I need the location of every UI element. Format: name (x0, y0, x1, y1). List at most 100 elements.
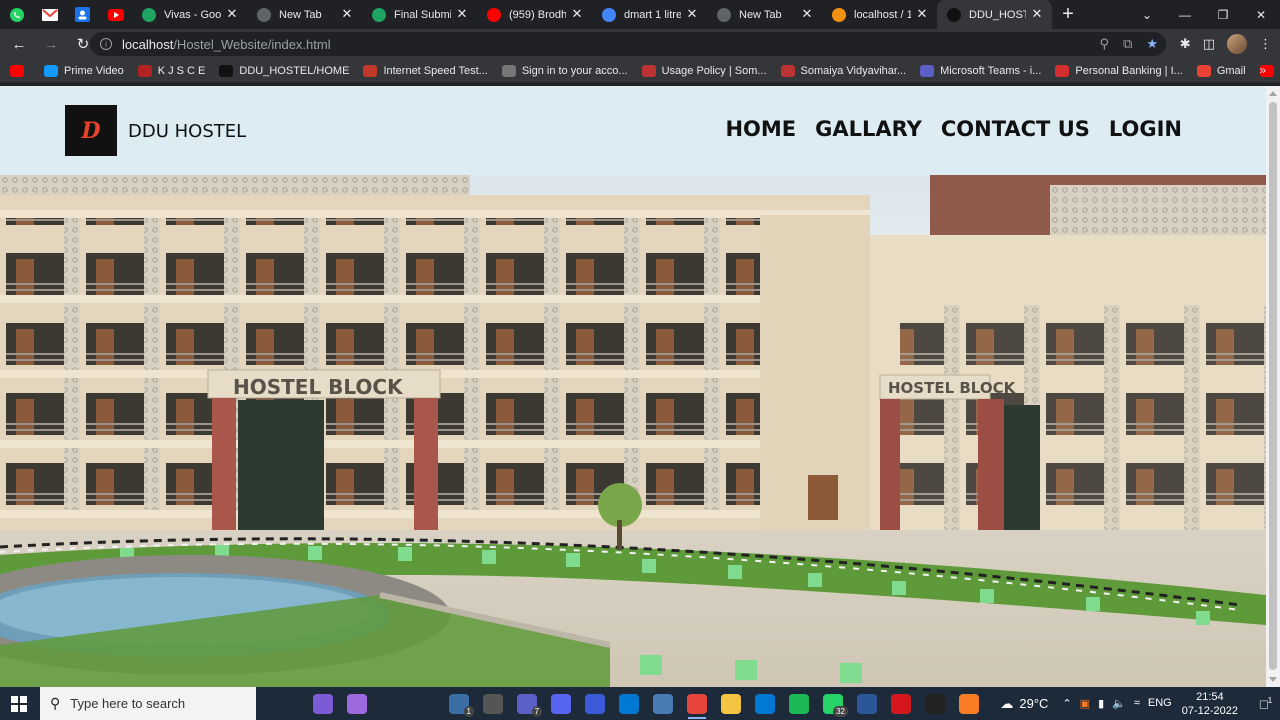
taskbar-search-box[interactable]: ⚲ Type here to search (40, 687, 256, 720)
chrome-icon (687, 693, 707, 714)
taskbar-app[interactable] (612, 687, 646, 720)
taskbar-app[interactable]: 7 (510, 687, 544, 720)
browser-tab[interactable]: localhost / 12 ✕ (822, 0, 937, 29)
search-icon: ⚲ (50, 695, 61, 711)
taskbar-app[interactable] (408, 687, 442, 720)
nav-gallary[interactable]: GALLARY (815, 117, 922, 141)
scroll-down-arrow-icon[interactable] (1269, 677, 1277, 682)
taskbar-app[interactable] (578, 687, 612, 720)
taskbar-app[interactable] (782, 687, 816, 720)
pinned-tab-youtube[interactable] (99, 0, 132, 29)
bookmark-item[interactable]: K J S C E (137, 64, 205, 77)
volume-icon[interactable]: 🔈 (1112, 697, 1126, 710)
close-tab-icon[interactable]: ✕ (340, 7, 354, 21)
bookmark-item[interactable] (10, 64, 30, 77)
weather-widget[interactable]: ☁ 29°C (1000, 696, 1048, 712)
bookmark-item[interactable]: Usage Policy | Som... (641, 64, 767, 77)
kjsce-icon (137, 64, 152, 77)
taskbar-app[interactable] (918, 687, 952, 720)
new-tab-button[interactable]: + (1052, 0, 1084, 29)
zoom-icon[interactable]: ⚲ (1100, 36, 1110, 52)
prime-video-icon (44, 64, 58, 77)
browser-tab[interactable]: (959) Brodha ✕ (477, 0, 592, 29)
side-panel-icon[interactable]: ◫ (1203, 36, 1215, 52)
taskbar-app[interactable] (306, 687, 340, 720)
back-button[interactable]: ← (6, 31, 32, 57)
nav-contact-us[interactable]: CONTACT US (941, 117, 1090, 141)
address-bar[interactable]: i localhost/Hostel_Website/index.html ⚲ … (90, 32, 1166, 56)
minimize-button[interactable]: — (1166, 0, 1204, 29)
taskbar-app[interactable] (646, 687, 680, 720)
extensions-icon[interactable]: ✱ (1180, 36, 1191, 52)
whatsapp-icon (9, 7, 24, 22)
site-logo[interactable]: D (65, 105, 117, 156)
close-tab-icon[interactable]: ✕ (455, 7, 469, 21)
language-indicator[interactable]: ENG (1148, 697, 1172, 710)
scroll-up-arrow-icon[interactable] (1269, 91, 1277, 96)
close-tab-icon[interactable]: ✕ (570, 7, 584, 21)
bookmark-item[interactable]: Microsoft Teams - i... (920, 64, 1041, 77)
wifi-icon[interactable]: ≈ (1134, 697, 1140, 710)
bookmark-item[interactable]: Somaiya Vidyavihar... (780, 64, 906, 77)
taskbar-app[interactable] (952, 687, 986, 720)
profile-avatar[interactable] (1227, 34, 1247, 54)
taskbar-app[interactable] (850, 687, 884, 720)
google-icon (602, 7, 616, 22)
taskbar-clock[interactable]: 21:54 07-12-2022 (1182, 690, 1238, 718)
nav-login[interactable]: LOGIN (1109, 117, 1182, 141)
bookmark-item[interactable]: Sign in to your acco... (501, 64, 628, 77)
app-badge: 1 (463, 706, 474, 717)
browser-tab[interactable]: DDU_HOSTEL ✕ (937, 0, 1052, 29)
pinned-tab-whatsapp[interactable] (0, 0, 33, 29)
close-tab-icon[interactable]: ✕ (685, 7, 699, 21)
scrollbar-thumb[interactable] (1269, 102, 1277, 670)
bookmark-item[interactable]: Gmail (1196, 64, 1246, 77)
close-tab-icon[interactable]: ✕ (225, 7, 239, 21)
share-icon[interactable]: ⧉ (1123, 36, 1132, 52)
google-drive-icon (372, 7, 386, 22)
hostel-sign-right: HOSTEL BLOCK (888, 379, 1017, 397)
maximize-button[interactable]: ❐ (1204, 0, 1242, 29)
site-info-icon[interactable]: i (100, 38, 112, 50)
weather-temp: 29°C (1019, 696, 1049, 711)
bookmark-item[interactable]: Prime Video (44, 64, 124, 77)
bookmarks-overflow-icon[interactable]: » (1259, 63, 1266, 77)
taskbar-app[interactable] (544, 687, 578, 720)
bookmark-item[interactable]: DDU_HOSTEL/HOME (219, 64, 349, 77)
bookmark-star-icon[interactable]: ★ (1146, 36, 1158, 52)
browser-tab[interactable]: New Tab ✕ (707, 0, 822, 29)
xampp-tray-icon[interactable]: ▣ (1080, 697, 1090, 710)
browser-tab[interactable]: Final Submiss ✕ (362, 0, 477, 29)
browser-tab[interactable]: dmart 1 litre ✕ (592, 0, 707, 29)
close-tab-icon[interactable]: ✕ (1030, 7, 1044, 21)
close-tab-icon[interactable]: ✕ (915, 7, 929, 21)
taskbar-app[interactable]: 32 (816, 687, 850, 720)
close-tab-icon[interactable]: ✕ (800, 7, 814, 21)
start-button[interactable] (0, 687, 38, 720)
taskbar-app[interactable]: 1 (442, 687, 476, 720)
taskbar-app[interactable] (476, 687, 510, 720)
taskbar-app[interactable] (340, 687, 374, 720)
taskbar-app[interactable] (748, 687, 782, 720)
battery-icon[interactable]: ▮ (1098, 697, 1104, 710)
show-hidden-icons-icon[interactable]: ⌃ (1062, 697, 1071, 710)
bookmark-label: Gmail (1216, 64, 1246, 77)
tab-search-icon[interactable]: ⌄ (1128, 0, 1166, 29)
menu-kebab-icon[interactable]: ⋮ (1259, 36, 1272, 52)
taskbar-app[interactable] (680, 687, 714, 720)
bookmark-item[interactable]: Personal Banking | I... (1055, 64, 1183, 77)
forward-button[interactable]: → (38, 31, 64, 57)
bookmark-item[interactable]: Internet Speed Test... (363, 64, 488, 77)
notification-center-button[interactable]: □1 (1252, 696, 1280, 711)
close-window-button[interactable]: ✕ (1242, 0, 1280, 29)
nav-home[interactable]: HOME (725, 117, 796, 141)
taskbar-app[interactable] (374, 687, 408, 720)
taskbar-app[interactable] (714, 687, 748, 720)
taskbar-app[interactable] (884, 687, 918, 720)
pinned-tab-contacts[interactable] (66, 0, 99, 29)
gmail-icon (41, 8, 58, 21)
pinned-tab-gmail[interactable] (33, 0, 66, 29)
page-scrollbar[interactable] (1266, 86, 1280, 687)
browser-tab[interactable]: New Tab ✕ (247, 0, 362, 29)
browser-tab[interactable]: Vivas - Googl ✕ (132, 0, 247, 29)
